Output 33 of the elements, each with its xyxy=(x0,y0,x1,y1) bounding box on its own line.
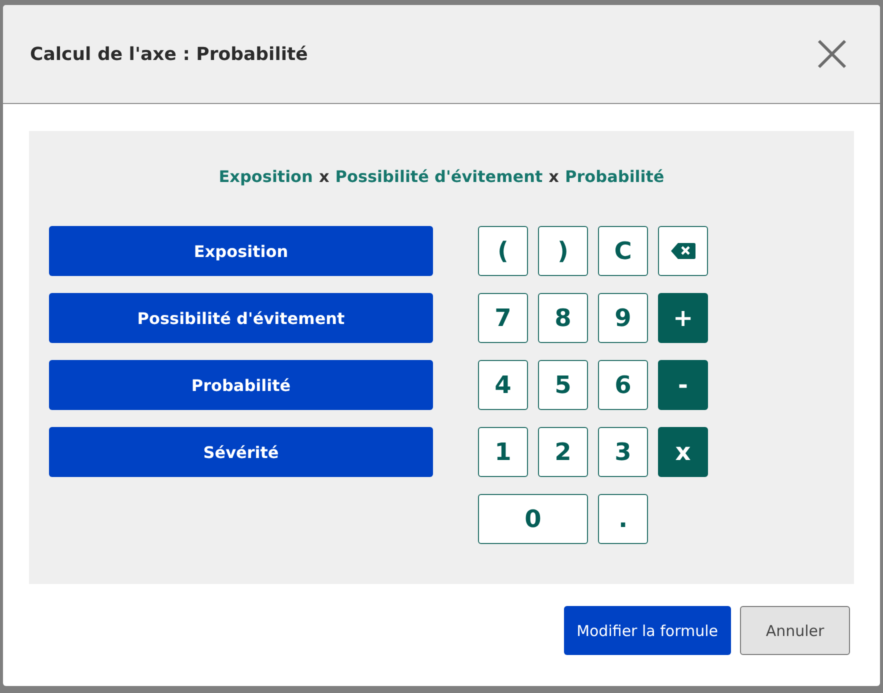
formula-operator: x xyxy=(548,167,559,186)
keypad-key[interactable]: 3 xyxy=(598,427,648,477)
cancel-button[interactable]: Annuler xyxy=(740,606,850,655)
keypad-key[interactable]: 1 xyxy=(478,427,528,477)
keypad-key[interactable]: 9 xyxy=(598,293,648,343)
keypad-key[interactable]: 6 xyxy=(598,360,648,410)
keypad-key[interactable]: x xyxy=(658,427,708,477)
backspace-icon xyxy=(670,242,696,260)
keypad-key[interactable]: C xyxy=(598,226,648,276)
dialog-title: Calcul de l'axe : Probabilité xyxy=(30,44,308,64)
keypad-key[interactable]: 0 xyxy=(478,494,588,544)
keypad-key[interactable]: ) xyxy=(538,226,588,276)
backspace-button[interactable] xyxy=(658,226,708,276)
modify-formula-button[interactable]: Modifier la formule xyxy=(564,606,731,655)
variable-button[interactable]: Exposition xyxy=(49,226,433,276)
formula-variable: Probabilité xyxy=(565,167,664,186)
keypad-key[interactable]: 4 xyxy=(478,360,528,410)
variable-button[interactable]: Probabilité xyxy=(49,360,433,410)
keypad-key[interactable]: - xyxy=(658,360,708,410)
keypad-key[interactable]: . xyxy=(598,494,648,544)
variable-button[interactable]: Sévérité xyxy=(49,427,433,477)
keypad-key[interactable]: 7 xyxy=(478,293,528,343)
keypad-key[interactable]: 5 xyxy=(538,360,588,410)
keypad-key[interactable]: ( xyxy=(478,226,528,276)
keypad-key[interactable]: + xyxy=(658,293,708,343)
variable-button[interactable]: Possibilité d'évitement xyxy=(49,293,433,343)
close-button[interactable] xyxy=(817,39,847,69)
keypad-key[interactable]: 8 xyxy=(538,293,588,343)
formula-operator: x xyxy=(318,167,330,186)
formula-variable: Exposition xyxy=(218,167,313,186)
formula-variable: Possibilité d'évitement xyxy=(335,167,543,186)
keypad-key[interactable]: 2 xyxy=(538,427,588,477)
close-icon xyxy=(817,39,847,69)
